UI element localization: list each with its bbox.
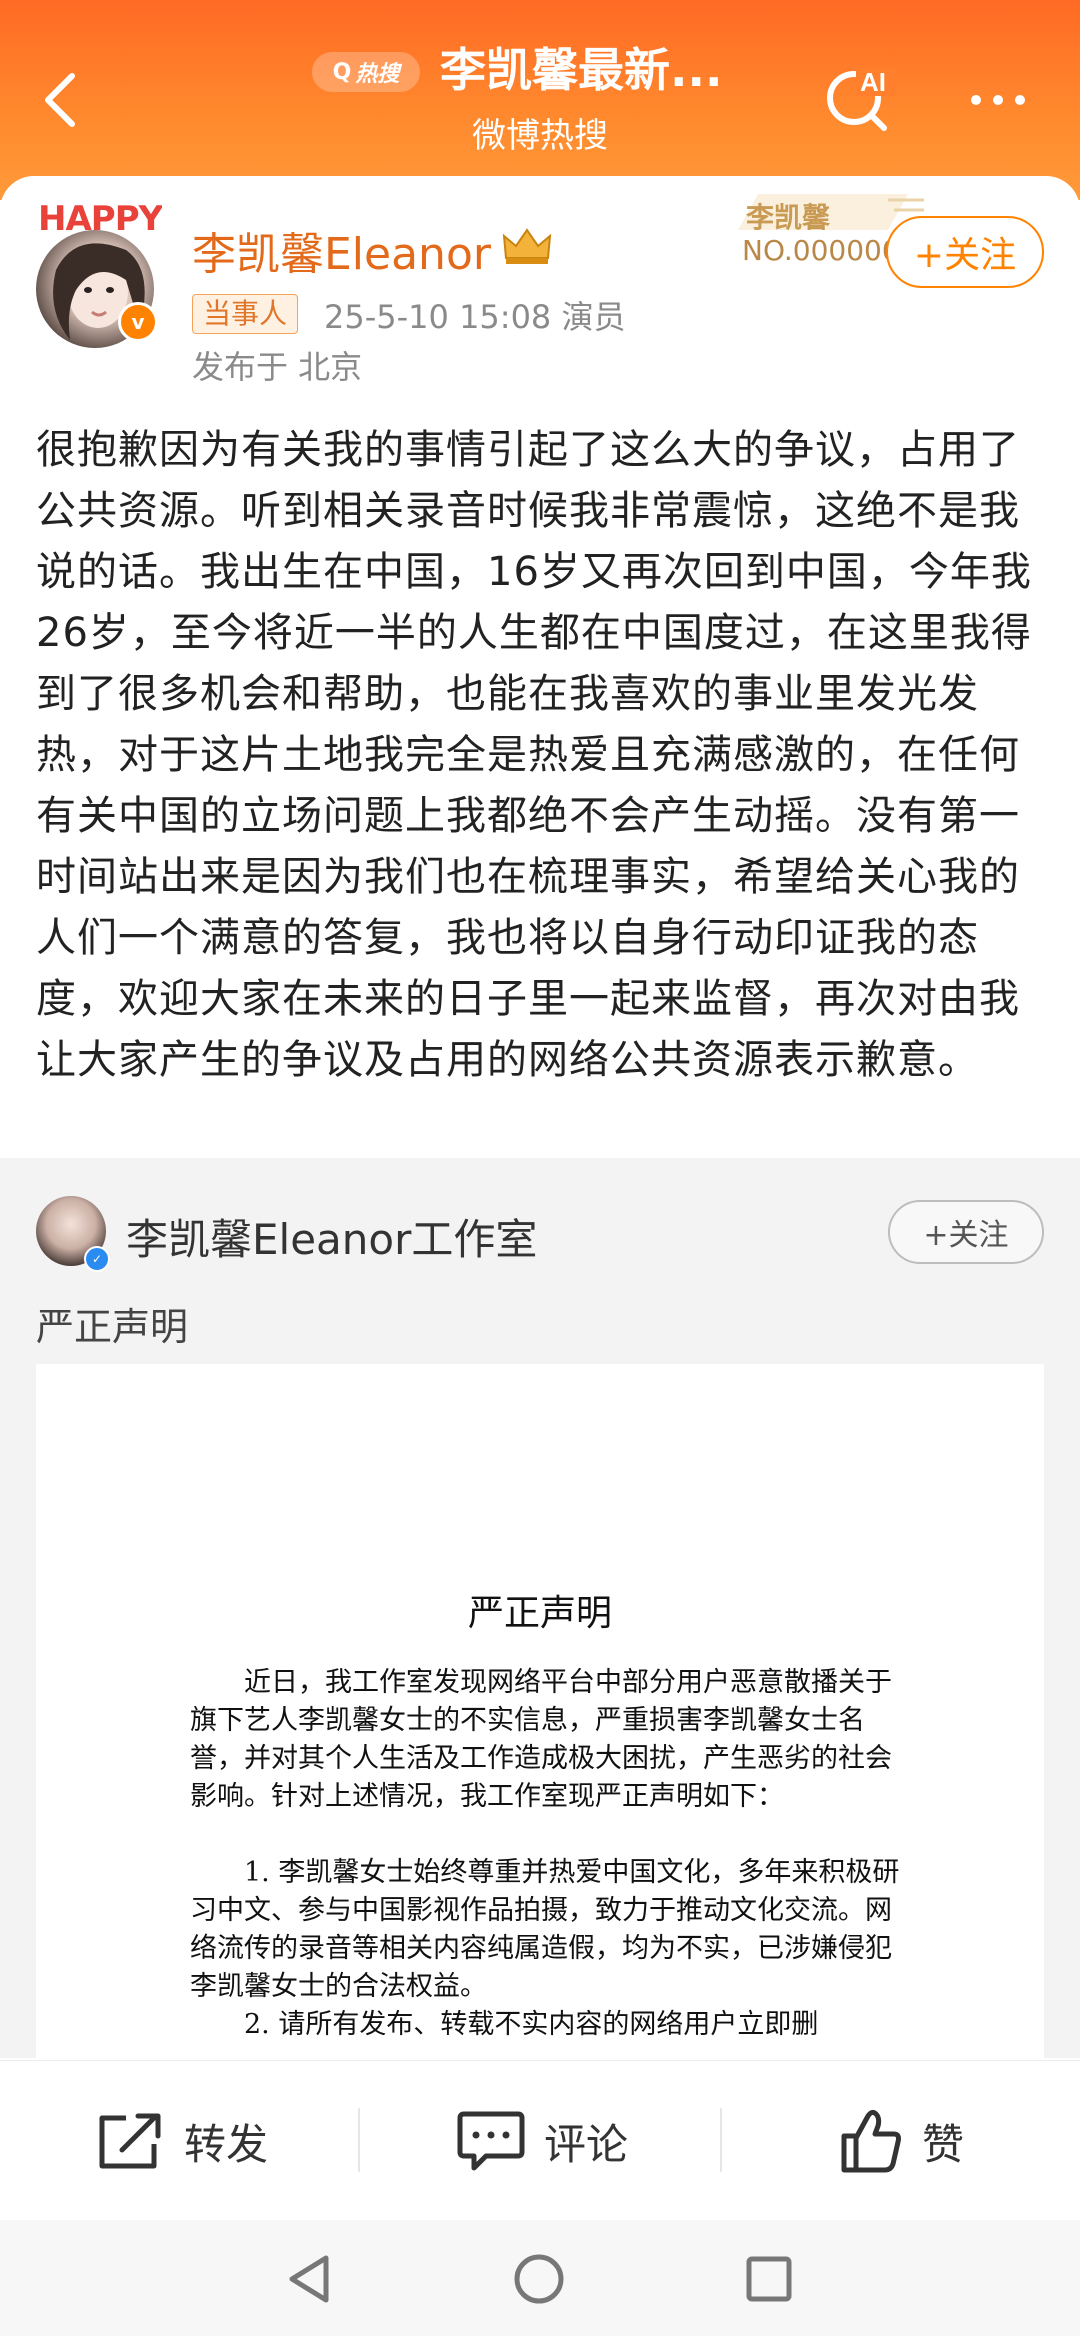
- statement-image[interactable]: 严正声明 近日，我工作室发现网络平台中部分用户恶意散播关于旗下艺人李凯馨女士的不…: [36, 1364, 1044, 2064]
- statement-item-2: 2. 请所有发布、转载不实内容的网络用户立即删: [244, 2009, 819, 2040]
- studio-name[interactable]: 李凯馨Eleanor工作室: [126, 1206, 537, 1267]
- crown-icon: [500, 226, 554, 266]
- share-icon: [99, 2113, 161, 2169]
- studio-follow-button[interactable]: +关注: [888, 1200, 1044, 1264]
- nav-recents-icon[interactable]: [744, 2254, 794, 2304]
- page-title: 李凯馨最新...: [440, 43, 723, 97]
- nav-home-icon[interactable]: [512, 2252, 566, 2306]
- avatar-happy-decoration: HAPPY: [38, 198, 165, 247]
- nav-back-icon[interactable]: [284, 2252, 334, 2306]
- comment-button[interactable]: 评论: [456, 2061, 628, 2221]
- action-divider: [720, 2108, 722, 2172]
- svg-text:AI: AI: [860, 67, 886, 97]
- repost-label: 转发: [184, 2119, 269, 2169]
- studio-verified-icon: ✓: [84, 1246, 110, 1272]
- post-time-source: 25-5-10 15:08 演员: [324, 298, 626, 336]
- thumbs-up-icon: [841, 2109, 901, 2173]
- status-bar: [0, 0, 1080, 14]
- verified-badge-icon: v: [118, 302, 158, 342]
- more-options-button[interactable]: [958, 70, 1038, 130]
- statement-body: 近日，我工作室发现网络平台中部分用户恶意散播关于旗下艺人李凯馨女士的不实信息，严…: [190, 1664, 902, 2044]
- author-name[interactable]: 李凯馨Eleanor: [192, 218, 491, 282]
- post-location: 发布于 北京: [192, 348, 363, 386]
- like-button[interactable]: 赞: [838, 2061, 964, 2221]
- hot-search-badge[interactable]: Q 热搜: [312, 52, 420, 92]
- repost-button[interactable]: 转发: [96, 2061, 268, 2221]
- action-divider: [358, 2108, 360, 2172]
- more-dot-icon: [1015, 95, 1025, 105]
- page-subtitle: 微博热搜: [472, 116, 608, 156]
- comment-label: 评论: [544, 2119, 629, 2169]
- more-dot-icon: [971, 95, 981, 105]
- search-icon: Q: [332, 59, 352, 85]
- statement-intro: 近日，我工作室发现网络平台中部分用户恶意散播关于旗下艺人李凯馨女士的不实信息，严…: [190, 1667, 892, 1812]
- ai-search-icon: AI: [827, 67, 896, 131]
- action-bar: 转发 评论 赞: [0, 2060, 1080, 2221]
- fan-badge-name: 李凯馨: [746, 201, 831, 234]
- fan-badge-number: NO.000000: [742, 234, 900, 267]
- hot-badge-label: 热搜: [355, 62, 400, 87]
- more-dot-icon: [993, 95, 1003, 105]
- statement-item-1: 1. 李凯馨女士始终尊重并热爱中国文化，多年来积极研习中文、参与中国影视作品拍摄…: [190, 1857, 900, 2002]
- like-label: 赞: [922, 2119, 965, 2169]
- ai-search-button[interactable]: AI: [820, 58, 900, 138]
- statement-title: 严正声明: [467, 1593, 612, 1634]
- svg-text:HAPPY: HAPPY: [38, 199, 162, 238]
- role-tag: 当事人: [192, 294, 299, 334]
- follow-button[interactable]: +关注: [886, 216, 1044, 288]
- comment-icon: [457, 2111, 525, 2171]
- top-header: Q 热搜 李凯馨最新... 微博热搜 AI: [0, 0, 1080, 200]
- post-body: 很抱歉因为有关我的事情引起了这么大的争议，占用了公共资源。听到相关录音时候我非常…: [36, 427, 1032, 1083]
- system-nav-bar: [0, 2220, 1080, 2336]
- repost-title: 严正声明: [36, 1305, 189, 1349]
